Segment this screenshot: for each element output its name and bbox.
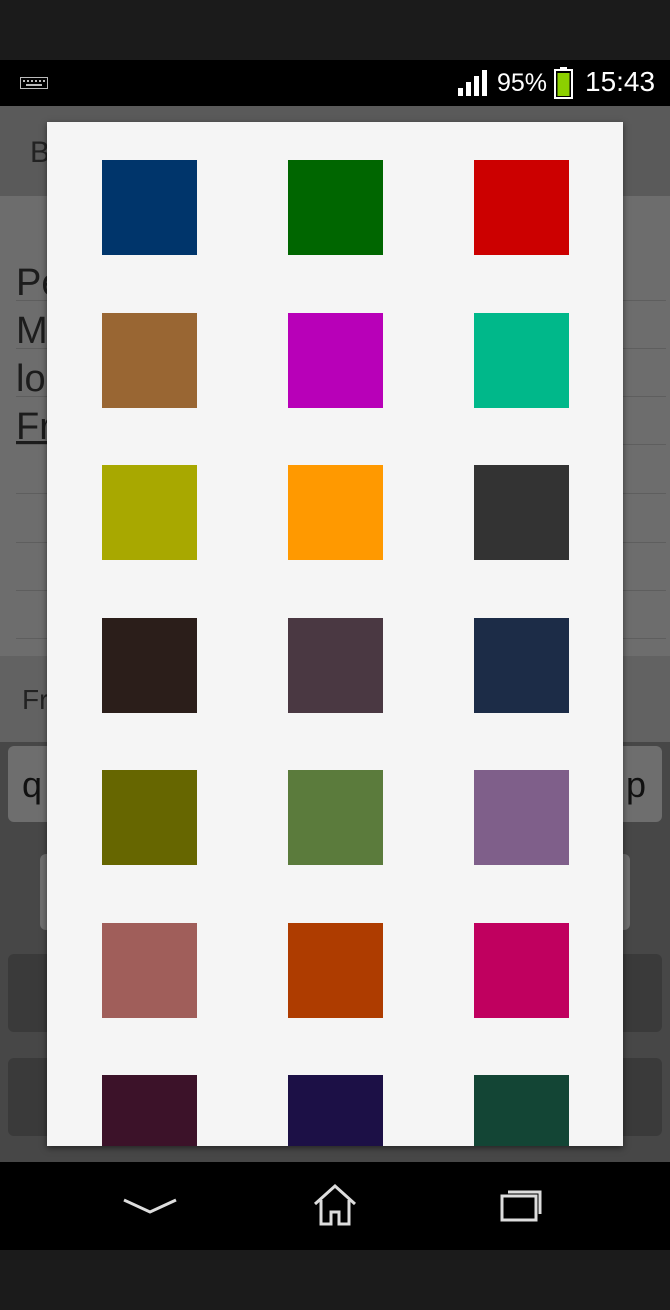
home-icon[interactable] xyxy=(305,1180,365,1232)
color-swatch[interactable] xyxy=(474,618,569,713)
suggestion-text: Fr xyxy=(22,684,49,715)
color-swatch[interactable] xyxy=(102,313,197,408)
keyboard-icon xyxy=(20,77,48,89)
body-line: M xyxy=(16,310,48,352)
bottom-black-band xyxy=(0,1250,670,1310)
color-swatch[interactable] xyxy=(288,923,383,1018)
color-swatch[interactable] xyxy=(102,923,197,1018)
top-black-band xyxy=(0,0,670,60)
back-icon[interactable] xyxy=(120,1180,180,1232)
navigation-bar xyxy=(0,1162,670,1250)
color-swatch[interactable] xyxy=(102,618,197,713)
color-swatch[interactable] xyxy=(102,160,197,255)
color-swatch[interactable] xyxy=(288,160,383,255)
recent-apps-icon[interactable] xyxy=(490,1180,550,1232)
battery-icon xyxy=(554,67,573,99)
color-swatch[interactable] xyxy=(474,160,569,255)
color-swatch[interactable] xyxy=(474,1075,569,1146)
color-picker-dialog xyxy=(47,122,623,1146)
color-swatch[interactable] xyxy=(474,923,569,1018)
color-swatch[interactable] xyxy=(102,1075,197,1146)
color-swatch[interactable] xyxy=(474,313,569,408)
battery-percent: 95% xyxy=(497,69,548,97)
color-swatch[interactable] xyxy=(288,313,383,408)
color-swatch[interactable] xyxy=(474,465,569,560)
color-swatch[interactable] xyxy=(288,465,383,560)
clock: 15:43 xyxy=(585,66,656,97)
signal-icon xyxy=(458,70,487,96)
color-swatch[interactable] xyxy=(102,465,197,560)
color-swatch[interactable] xyxy=(288,618,383,713)
color-swatch[interactable] xyxy=(288,770,383,865)
body-line: lo xyxy=(16,358,46,400)
color-swatch[interactable] xyxy=(288,1075,383,1146)
color-swatch[interactable] xyxy=(474,770,569,865)
status-bar: 95% 15:43 xyxy=(0,60,670,106)
color-swatch[interactable] xyxy=(102,770,197,865)
